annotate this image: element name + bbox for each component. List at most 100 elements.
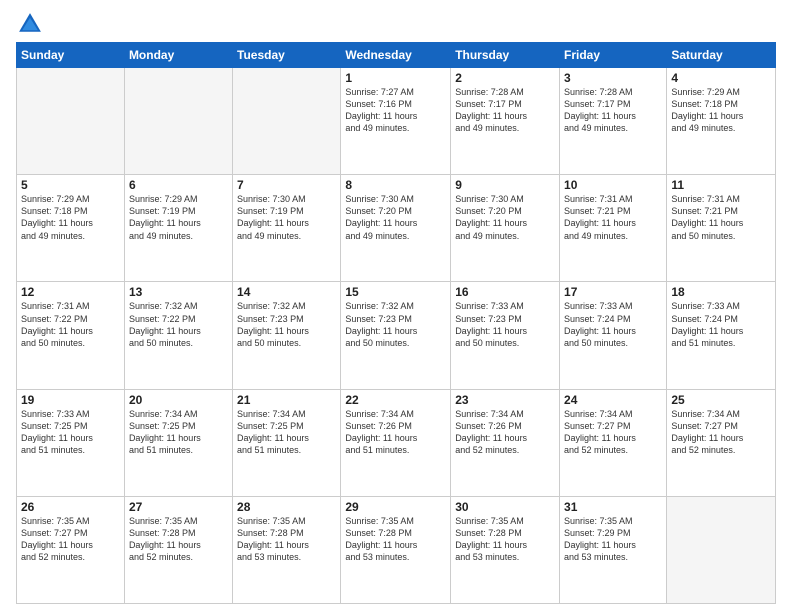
day-info: Sunrise: 7:35 AM Sunset: 7:28 PM Dayligh… bbox=[237, 515, 336, 564]
calendar: SundayMondayTuesdayWednesdayThursdayFrid… bbox=[16, 42, 776, 604]
calendar-cell bbox=[17, 68, 125, 175]
day-number: 27 bbox=[129, 500, 228, 514]
day-number: 7 bbox=[237, 178, 336, 192]
calendar-cell: 3Sunrise: 7:28 AM Sunset: 7:17 PM Daylig… bbox=[560, 68, 667, 175]
logo-icon bbox=[16, 10, 44, 38]
calendar-cell: 6Sunrise: 7:29 AM Sunset: 7:19 PM Daylig… bbox=[124, 175, 232, 282]
week-row: 19Sunrise: 7:33 AM Sunset: 7:25 PM Dayli… bbox=[17, 389, 776, 496]
day-number: 11 bbox=[671, 178, 771, 192]
day-info: Sunrise: 7:30 AM Sunset: 7:19 PM Dayligh… bbox=[237, 193, 336, 242]
day-number: 9 bbox=[455, 178, 555, 192]
calendar-cell: 25Sunrise: 7:34 AM Sunset: 7:27 PM Dayli… bbox=[667, 389, 776, 496]
weekday-header-saturday: Saturday bbox=[667, 43, 776, 68]
week-row: 12Sunrise: 7:31 AM Sunset: 7:22 PM Dayli… bbox=[17, 282, 776, 389]
day-info: Sunrise: 7:33 AM Sunset: 7:23 PM Dayligh… bbox=[455, 300, 555, 349]
calendar-cell: 14Sunrise: 7:32 AM Sunset: 7:23 PM Dayli… bbox=[233, 282, 341, 389]
calendar-cell bbox=[124, 68, 232, 175]
day-number: 17 bbox=[564, 285, 662, 299]
day-info: Sunrise: 7:35 AM Sunset: 7:28 PM Dayligh… bbox=[129, 515, 228, 564]
calendar-cell: 4Sunrise: 7:29 AM Sunset: 7:18 PM Daylig… bbox=[667, 68, 776, 175]
weekday-header-sunday: Sunday bbox=[17, 43, 125, 68]
day-number: 13 bbox=[129, 285, 228, 299]
day-number: 30 bbox=[455, 500, 555, 514]
day-number: 23 bbox=[455, 393, 555, 407]
day-info: Sunrise: 7:29 AM Sunset: 7:18 PM Dayligh… bbox=[671, 86, 771, 135]
day-info: Sunrise: 7:32 AM Sunset: 7:23 PM Dayligh… bbox=[345, 300, 446, 349]
calendar-cell: 2Sunrise: 7:28 AM Sunset: 7:17 PM Daylig… bbox=[451, 68, 560, 175]
calendar-cell: 15Sunrise: 7:32 AM Sunset: 7:23 PM Dayli… bbox=[341, 282, 451, 389]
day-number: 22 bbox=[345, 393, 446, 407]
day-info: Sunrise: 7:31 AM Sunset: 7:21 PM Dayligh… bbox=[671, 193, 771, 242]
week-row: 5Sunrise: 7:29 AM Sunset: 7:18 PM Daylig… bbox=[17, 175, 776, 282]
calendar-header: SundayMondayTuesdayWednesdayThursdayFrid… bbox=[17, 43, 776, 68]
calendar-cell: 31Sunrise: 7:35 AM Sunset: 7:29 PM Dayli… bbox=[560, 496, 667, 603]
weekday-header-wednesday: Wednesday bbox=[341, 43, 451, 68]
calendar-cell: 22Sunrise: 7:34 AM Sunset: 7:26 PM Dayli… bbox=[341, 389, 451, 496]
day-info: Sunrise: 7:35 AM Sunset: 7:28 PM Dayligh… bbox=[455, 515, 555, 564]
calendar-cell: 30Sunrise: 7:35 AM Sunset: 7:28 PM Dayli… bbox=[451, 496, 560, 603]
day-number: 6 bbox=[129, 178, 228, 192]
day-info: Sunrise: 7:28 AM Sunset: 7:17 PM Dayligh… bbox=[455, 86, 555, 135]
day-number: 15 bbox=[345, 285, 446, 299]
day-info: Sunrise: 7:34 AM Sunset: 7:25 PM Dayligh… bbox=[129, 408, 228, 457]
calendar-cell: 24Sunrise: 7:34 AM Sunset: 7:27 PM Dayli… bbox=[560, 389, 667, 496]
day-number: 10 bbox=[564, 178, 662, 192]
calendar-cell: 12Sunrise: 7:31 AM Sunset: 7:22 PM Dayli… bbox=[17, 282, 125, 389]
day-number: 31 bbox=[564, 500, 662, 514]
day-info: Sunrise: 7:29 AM Sunset: 7:18 PM Dayligh… bbox=[21, 193, 120, 242]
calendar-cell: 29Sunrise: 7:35 AM Sunset: 7:28 PM Dayli… bbox=[341, 496, 451, 603]
calendar-cell: 26Sunrise: 7:35 AM Sunset: 7:27 PM Dayli… bbox=[17, 496, 125, 603]
calendar-cell: 23Sunrise: 7:34 AM Sunset: 7:26 PM Dayli… bbox=[451, 389, 560, 496]
logo bbox=[16, 10, 46, 38]
day-number: 8 bbox=[345, 178, 446, 192]
day-number: 25 bbox=[671, 393, 771, 407]
day-number: 29 bbox=[345, 500, 446, 514]
day-info: Sunrise: 7:34 AM Sunset: 7:27 PM Dayligh… bbox=[671, 408, 771, 457]
calendar-cell: 21Sunrise: 7:34 AM Sunset: 7:25 PM Dayli… bbox=[233, 389, 341, 496]
day-info: Sunrise: 7:35 AM Sunset: 7:27 PM Dayligh… bbox=[21, 515, 120, 564]
day-info: Sunrise: 7:32 AM Sunset: 7:22 PM Dayligh… bbox=[129, 300, 228, 349]
day-info: Sunrise: 7:30 AM Sunset: 7:20 PM Dayligh… bbox=[455, 193, 555, 242]
day-number: 3 bbox=[564, 71, 662, 85]
day-info: Sunrise: 7:35 AM Sunset: 7:28 PM Dayligh… bbox=[345, 515, 446, 564]
day-number: 4 bbox=[671, 71, 771, 85]
calendar-cell: 5Sunrise: 7:29 AM Sunset: 7:18 PM Daylig… bbox=[17, 175, 125, 282]
day-number: 2 bbox=[455, 71, 555, 85]
calendar-cell: 27Sunrise: 7:35 AM Sunset: 7:28 PM Dayli… bbox=[124, 496, 232, 603]
day-number: 26 bbox=[21, 500, 120, 514]
weekday-row: SundayMondayTuesdayWednesdayThursdayFrid… bbox=[17, 43, 776, 68]
day-info: Sunrise: 7:33 AM Sunset: 7:24 PM Dayligh… bbox=[671, 300, 771, 349]
calendar-cell: 9Sunrise: 7:30 AM Sunset: 7:20 PM Daylig… bbox=[451, 175, 560, 282]
day-number: 14 bbox=[237, 285, 336, 299]
calendar-cell: 13Sunrise: 7:32 AM Sunset: 7:22 PM Dayli… bbox=[124, 282, 232, 389]
calendar-body: 1Sunrise: 7:27 AM Sunset: 7:16 PM Daylig… bbox=[17, 68, 776, 604]
calendar-cell: 28Sunrise: 7:35 AM Sunset: 7:28 PM Dayli… bbox=[233, 496, 341, 603]
day-info: Sunrise: 7:28 AM Sunset: 7:17 PM Dayligh… bbox=[564, 86, 662, 135]
day-info: Sunrise: 7:33 AM Sunset: 7:24 PM Dayligh… bbox=[564, 300, 662, 349]
day-number: 1 bbox=[345, 71, 446, 85]
day-number: 19 bbox=[21, 393, 120, 407]
calendar-cell: 18Sunrise: 7:33 AM Sunset: 7:24 PM Dayli… bbox=[667, 282, 776, 389]
weekday-header-friday: Friday bbox=[560, 43, 667, 68]
week-row: 26Sunrise: 7:35 AM Sunset: 7:27 PM Dayli… bbox=[17, 496, 776, 603]
week-row: 1Sunrise: 7:27 AM Sunset: 7:16 PM Daylig… bbox=[17, 68, 776, 175]
day-info: Sunrise: 7:34 AM Sunset: 7:26 PM Dayligh… bbox=[345, 408, 446, 457]
day-number: 12 bbox=[21, 285, 120, 299]
day-info: Sunrise: 7:29 AM Sunset: 7:19 PM Dayligh… bbox=[129, 193, 228, 242]
calendar-cell: 10Sunrise: 7:31 AM Sunset: 7:21 PM Dayli… bbox=[560, 175, 667, 282]
day-info: Sunrise: 7:31 AM Sunset: 7:22 PM Dayligh… bbox=[21, 300, 120, 349]
calendar-cell: 1Sunrise: 7:27 AM Sunset: 7:16 PM Daylig… bbox=[341, 68, 451, 175]
day-number: 18 bbox=[671, 285, 771, 299]
weekday-header-monday: Monday bbox=[124, 43, 232, 68]
day-info: Sunrise: 7:27 AM Sunset: 7:16 PM Dayligh… bbox=[345, 86, 446, 135]
day-number: 20 bbox=[129, 393, 228, 407]
day-number: 21 bbox=[237, 393, 336, 407]
calendar-cell bbox=[667, 496, 776, 603]
day-number: 24 bbox=[564, 393, 662, 407]
calendar-cell: 11Sunrise: 7:31 AM Sunset: 7:21 PM Dayli… bbox=[667, 175, 776, 282]
header bbox=[16, 10, 776, 38]
day-info: Sunrise: 7:34 AM Sunset: 7:27 PM Dayligh… bbox=[564, 408, 662, 457]
day-info: Sunrise: 7:33 AM Sunset: 7:25 PM Dayligh… bbox=[21, 408, 120, 457]
page: SundayMondayTuesdayWednesdayThursdayFrid… bbox=[0, 0, 792, 612]
day-number: 5 bbox=[21, 178, 120, 192]
